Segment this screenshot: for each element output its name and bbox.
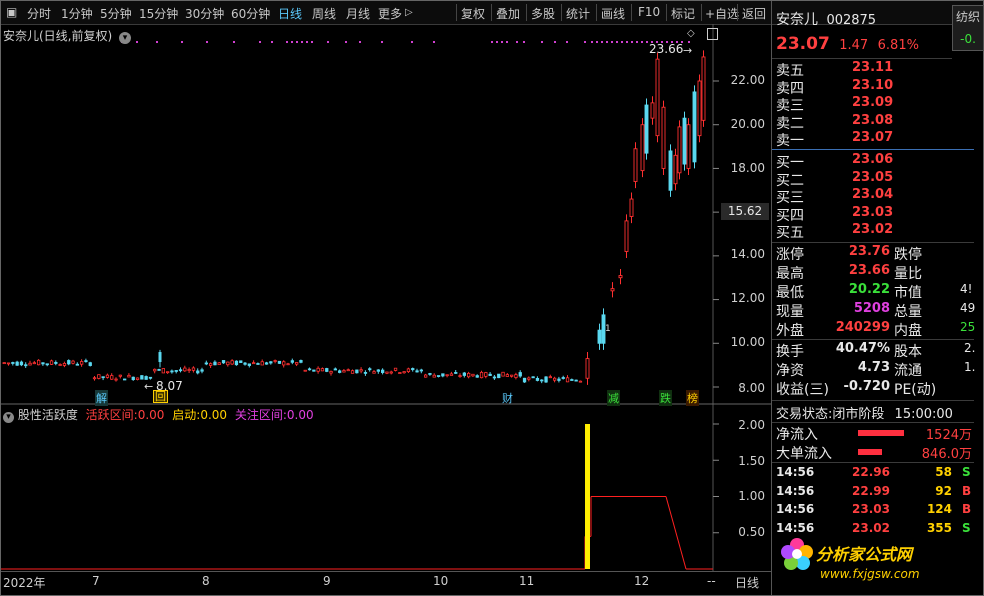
- date-label: --: [707, 574, 716, 588]
- window-icon[interactable]: [707, 28, 718, 40]
- event-marker[interactable]: 财: [501, 390, 514, 406]
- tab-monthly[interactable]: 月线: [346, 5, 370, 22]
- stock-name: 安奈儿 002875: [776, 12, 877, 28]
- flow-row: 净流入 1524万: [776, 427, 972, 443]
- tick-row: 14:56 23.02 355 S: [776, 520, 971, 535]
- diamond-icon[interactable]: ◇: [687, 28, 695, 39]
- statistics-button[interactable]: 统计: [566, 5, 590, 22]
- tab-15min[interactable]: 15分钟: [139, 5, 178, 22]
- date-label: 2022年: [3, 576, 46, 590]
- tab-1min[interactable]: 1分钟: [61, 5, 93, 22]
- adjust-button[interactable]: 复权: [461, 5, 485, 22]
- indicator-axis-label: 1.00: [738, 489, 765, 503]
- active-range-value: 0.00: [137, 408, 165, 422]
- price-label: 14.00: [730, 247, 765, 261]
- stat-row: 现量 5208 总量 49: [776, 301, 976, 320]
- overlay-button[interactable]: 叠加: [496, 5, 520, 22]
- f10-button[interactable]: F10: [638, 5, 660, 19]
- date-label: 12: [634, 574, 650, 588]
- indicator-axis-label: 2.00: [738, 418, 765, 432]
- indicator-axis-label: 0.50: [738, 525, 765, 539]
- stat-row: 净资 4.73 流通 1.: [776, 360, 976, 379]
- small-mark: 1: [605, 324, 611, 334]
- back-button[interactable]: 返回: [742, 5, 766, 22]
- tab-5min[interactable]: 5分钟: [100, 5, 132, 22]
- date-label: 11: [519, 574, 535, 588]
- chart-canvas[interactable]: [1, 24, 771, 571]
- chevron-down-icon[interactable]: ▾: [119, 32, 132, 44]
- tab-weekly[interactable]: 周线: [312, 5, 336, 22]
- multi-stock-button[interactable]: 多股: [531, 5, 555, 22]
- tick-row: 14:56 22.99 92 B: [776, 483, 972, 498]
- more-arrow-icon[interactable]: ▷: [405, 7, 413, 18]
- tab-intraday[interactable]: 分时: [27, 5, 51, 22]
- stat-row: 最高 23.66 量比: [776, 263, 922, 282]
- watermark-url: www.fxjgsw.com: [820, 567, 920, 581]
- flower-logo-icon: [780, 537, 813, 570]
- tab-60min[interactable]: 60分钟: [231, 5, 270, 22]
- tick-row: 14:56 22.96 58 S: [776, 465, 971, 479]
- stat-row: 涨停 23.76 跌停: [776, 244, 922, 263]
- price-label: 18.00: [730, 161, 765, 175]
- add-watchlist-button[interactable]: +自选: [705, 5, 739, 22]
- price-label: 20.00: [730, 117, 765, 131]
- chart-title: 安奈儿(日线,前复权) ▾: [3, 27, 132, 44]
- high-price-label: 23.66: [649, 42, 684, 56]
- left-arrow-icon: ←: [144, 380, 154, 393]
- active-range-label: 活跃区间:: [85, 408, 138, 422]
- tab-daily[interactable]: 日线: [278, 5, 302, 22]
- event-marker[interactable]: 减: [607, 390, 620, 406]
- kline-chart[interactable]: [1, 24, 771, 571]
- tick-row: 14:56 23.03 124 B: [776, 502, 972, 516]
- tab-more[interactable]: 更多: [378, 5, 402, 22]
- tab-30min[interactable]: 30分钟: [185, 5, 224, 22]
- date-label: 8: [202, 574, 210, 588]
- date-label: 9: [323, 574, 331, 588]
- start-label: 启动:: [172, 408, 201, 422]
- mark-button[interactable]: 标记: [671, 5, 695, 22]
- stat-row: 换手 40.47% 股本 2.: [776, 341, 976, 360]
- flow-row: 大单流入 846.0万: [776, 446, 972, 462]
- right-arrow-icon: →: [683, 44, 693, 57]
- start-value: 0.00: [200, 408, 228, 422]
- sector-tag[interactable]: 纺织 -0.: [952, 5, 984, 51]
- indicator-axis-label: 1.50: [738, 454, 765, 468]
- event-marker[interactable]: 回: [153, 390, 168, 403]
- price-label: 22.00: [730, 73, 765, 87]
- ask-row: 卖一 23.07: [776, 130, 894, 149]
- date-axis: 2022年 7 8 9 10 11 12 -- 日线: [1, 571, 771, 596]
- chevron-down-icon[interactable]: ▾: [3, 412, 14, 423]
- price-label: 8.00: [738, 381, 765, 395]
- date-label: 7: [92, 574, 100, 588]
- period-label[interactable]: 日线: [735, 574, 759, 591]
- app-window: ▣ 分时 1分钟 5分钟 15分钟 30分钟 60分钟 日线 周线 月线 更多 …: [0, 0, 984, 596]
- bid-row: 买五 23.02: [776, 222, 894, 241]
- stat-row: 最低 20.22 市值 4!: [776, 282, 973, 301]
- stat-row: 外盘 240299 内盘 25: [776, 320, 976, 339]
- quote-panel: 安奈儿 002875 纺织 -0. 23.07 1.47 6.81% 交易状态:…: [771, 1, 984, 595]
- watch-range-label: 关注区间:: [234, 408, 287, 422]
- trade-state: 交易状态:闭市阶段 15:00:00: [776, 407, 953, 422]
- draw-line-button[interactable]: 画线: [601, 5, 625, 22]
- event-marker[interactable]: 跌: [659, 390, 672, 406]
- price-summary: 23.07 1.47 6.81%: [776, 34, 919, 54]
- expand-icon[interactable]: ▣: [6, 5, 17, 19]
- stat-row: 收益(三) -0.720 PE(动): [776, 379, 937, 398]
- watermark-title: 分析家公式网: [816, 545, 913, 564]
- date-label: 10: [433, 574, 449, 588]
- current-price-tag: 15.62: [721, 203, 769, 220]
- event-marker[interactable]: 解: [95, 390, 108, 406]
- event-marker[interactable]: 榜: [686, 390, 699, 406]
- watch-range-value: 0.00: [286, 408, 314, 422]
- indicator-title: ▾ 股性活跃度 活跃区间:0.00 启动:0.00 关注区间:0.00: [3, 406, 314, 423]
- price-label: 12.00: [730, 291, 765, 305]
- price-label: 10.00: [730, 335, 765, 349]
